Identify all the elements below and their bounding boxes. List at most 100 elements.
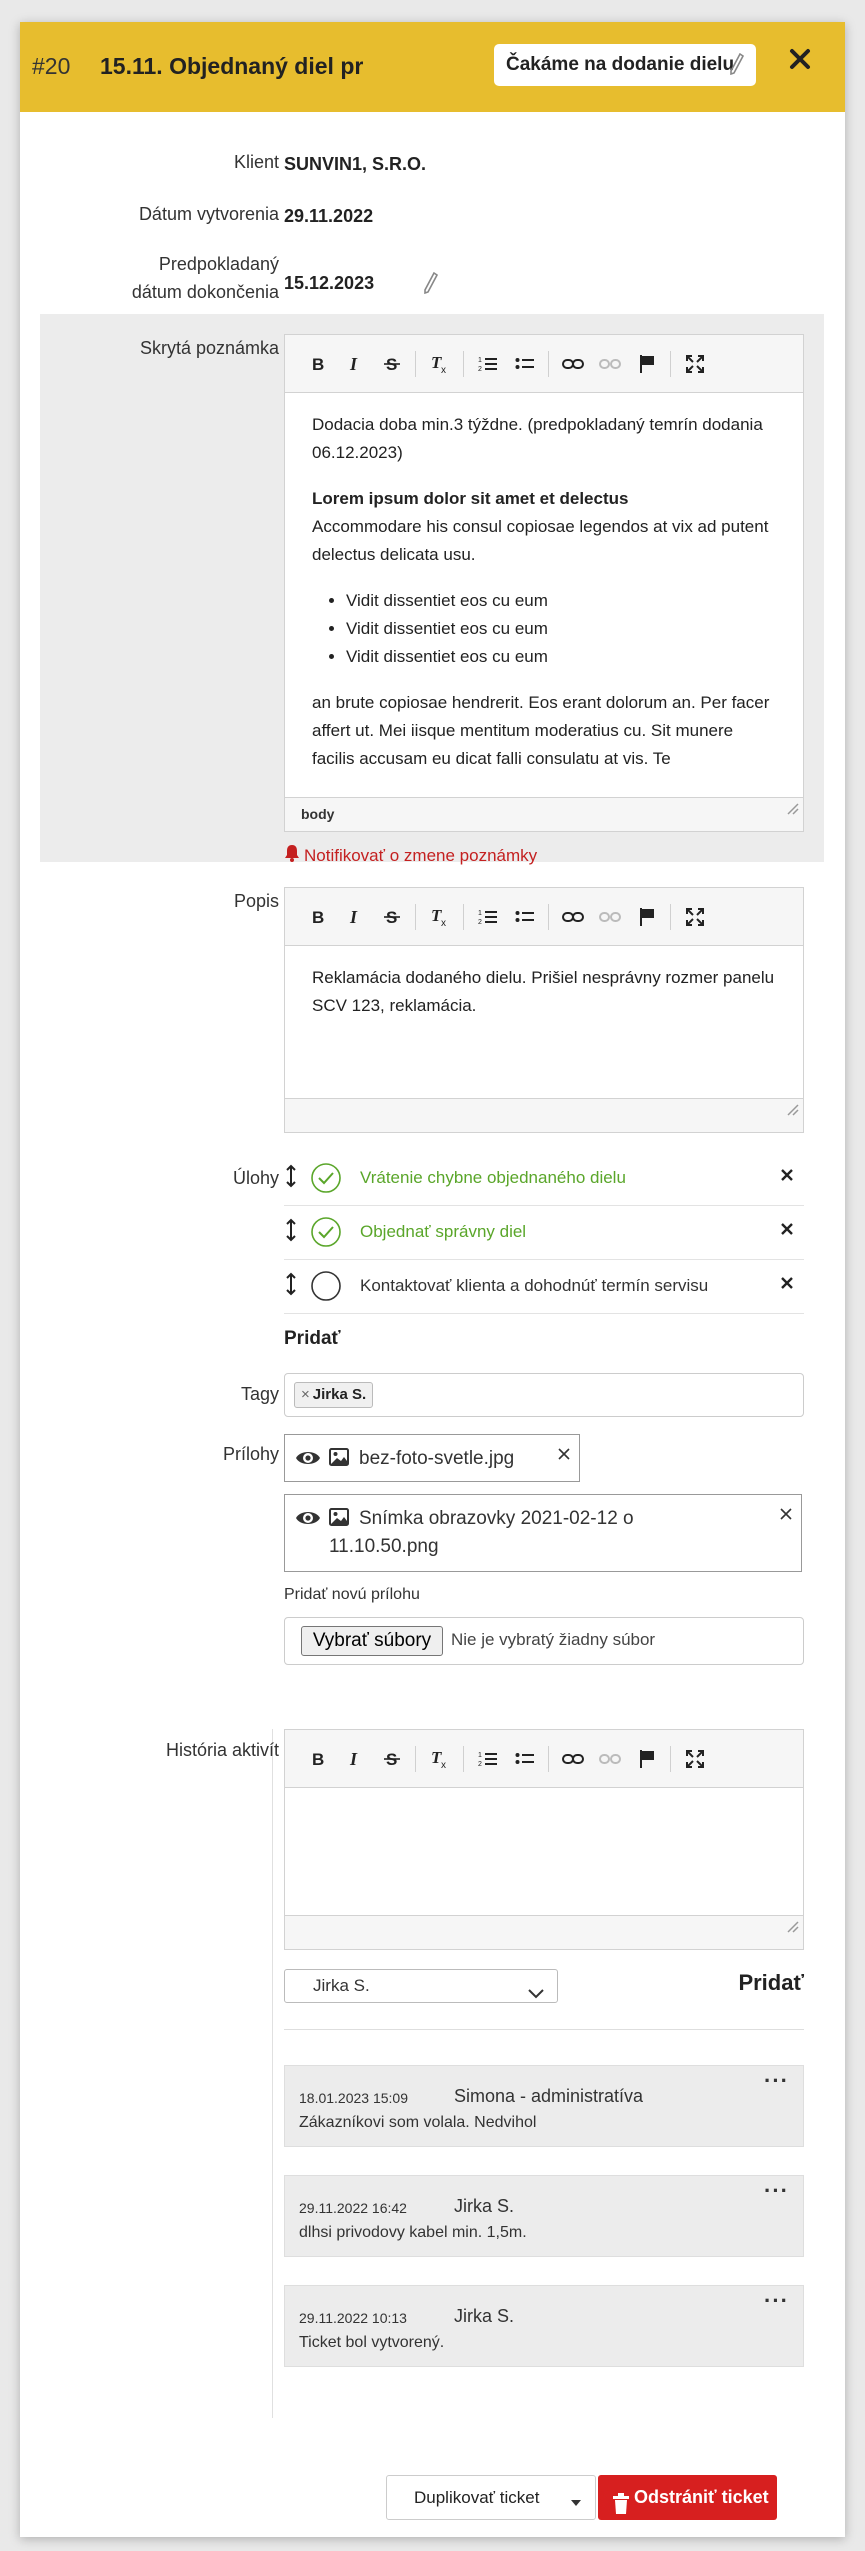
task-checkbox[interactable] — [310, 1216, 342, 1248]
svg-text:1: 1 — [478, 357, 482, 364]
task-checkbox[interactable] — [310, 1162, 342, 1194]
task-item: Objednať správny diel — [284, 1206, 804, 1258]
task-name[interactable]: Vrátenie chybne objednaného dielu — [360, 1168, 626, 1188]
numbered-list-icon[interactable]: 12 — [469, 1744, 506, 1774]
link-icon[interactable] — [554, 1744, 591, 1774]
flag-icon[interactable] — [628, 1744, 665, 1774]
caret-down-icon[interactable] — [570, 2494, 582, 2512]
editor-toolbar: B I S Tx 12 — [285, 888, 803, 946]
bullet-list-icon[interactable] — [506, 902, 543, 932]
clear-format-icon[interactable]: Tx — [421, 1744, 458, 1774]
attachment-name[interactable]: 11.10.50.png — [329, 1533, 439, 1561]
unlink-icon[interactable] — [591, 349, 628, 379]
bold-icon[interactable]: B — [299, 902, 336, 932]
clear-format-icon[interactable]: Tx — [421, 902, 458, 932]
clear-format-icon[interactable]: Tx — [421, 349, 458, 379]
delete-label: Odstrániť ticket — [634, 2487, 769, 2507]
status-label: Čakáme na dodanie dielu — [506, 54, 735, 75]
link-icon[interactable] — [554, 349, 591, 379]
add-task-button[interactable]: Pridať — [284, 1328, 341, 1350]
numbered-list-icon[interactable]: 12 — [469, 349, 506, 379]
task-checkbox[interactable] — [310, 1270, 342, 1302]
ticket-title[interactable]: 15.11. Objednaný diel pr — [100, 53, 363, 80]
new-attachment-label: Pridať novú prílohu — [284, 1586, 420, 1603]
eye-icon[interactable] — [295, 1447, 321, 1474]
strikethrough-icon[interactable]: S — [373, 1744, 410, 1774]
remove-attachment-icon[interactable] — [779, 1507, 793, 1526]
history-user: Simona - administratíva — [454, 2086, 644, 2106]
choose-files-button[interactable]: Vybrať súbory — [301, 1626, 443, 1656]
history-entry: 29.11.2022 10:13 Jirka S. Ticket bol vyt… — [284, 2285, 804, 2367]
description-content[interactable]: Reklamácia dodaného dielu. Prišiel nespr… — [285, 946, 803, 1098]
file-input: Vybrať súbory Nie je vybratý žiadny súbo… — [284, 1617, 804, 1665]
image-icon — [329, 1447, 349, 1472]
italic-icon[interactable]: I — [336, 349, 373, 379]
more-options-icon[interactable]: ··· — [764, 2070, 789, 2092]
more-options-icon[interactable]: ··· — [764, 2180, 789, 2202]
due-label-line1: Predpokladaný — [158, 254, 279, 274]
editor-toolbar: B I S Tx 12 — [285, 335, 803, 393]
strikethrough-icon[interactable]: S — [373, 902, 410, 932]
drag-handle-icon[interactable] — [284, 1218, 306, 1247]
tags-label: Tagy — [240, 1384, 279, 1404]
pencil-icon[interactable] — [730, 52, 745, 81]
due-date-pencil-icon[interactable] — [424, 271, 439, 299]
maximize-icon[interactable] — [676, 1744, 713, 1774]
flag-icon[interactable] — [628, 349, 665, 379]
numbered-list-icon[interactable]: 12 — [469, 902, 506, 932]
hidden-note-content[interactable]: Dodacia doba min.3 týždne. (predpokladan… — [285, 393, 803, 797]
add-history-button[interactable]: Pridať — [738, 1970, 804, 1996]
delete-ticket-button[interactable]: Odstrániť ticket — [598, 2475, 777, 2520]
resize-handle-icon[interactable] — [785, 1095, 799, 1128]
maximize-icon[interactable] — [676, 349, 713, 379]
task-name[interactable]: Objednať správny diel — [360, 1222, 526, 1242]
status-dropdown[interactable]: Čakáme na dodanie dielu — [494, 44, 756, 86]
unlink-icon[interactable] — [591, 902, 628, 932]
link-icon[interactable] — [554, 902, 591, 932]
svg-text:2: 2 — [478, 1761, 482, 1768]
history-text: Zákazníkovi som volala. Nedvihol — [299, 2114, 537, 2131]
italic-icon[interactable]: I — [336, 1744, 373, 1774]
flag-icon[interactable] — [628, 902, 665, 932]
svg-text:1: 1 — [478, 910, 482, 917]
note-paragraph: an brute copiosae hendrerit. Eos erant d… — [312, 693, 770, 768]
remove-tag-icon[interactable]: × — [301, 1386, 310, 1403]
history-content[interactable] — [285, 1788, 803, 1915]
close-icon[interactable] — [784, 43, 816, 75]
delete-task-icon[interactable] — [780, 1168, 794, 1187]
notify-toggle[interactable]: Notifikovať o zmene poznámky — [284, 844, 537, 867]
history-date: 29.11.2022 10:13 — [299, 2310, 407, 2326]
strikethrough-icon[interactable]: S — [373, 349, 410, 379]
resize-handle-icon[interactable] — [785, 794, 799, 827]
more-options-icon[interactable]: ··· — [764, 2290, 789, 2312]
delete-task-icon[interactable] — [780, 1276, 794, 1295]
drag-handle-icon[interactable] — [284, 1164, 306, 1193]
drag-handle-icon[interactable] — [284, 1272, 306, 1301]
history-user-select[interactable]: Jirka S. — [284, 1969, 558, 2003]
delete-task-icon[interactable] — [780, 1222, 794, 1241]
history-entry: 18.01.2023 15:09 Simona - administratíva… — [284, 2065, 804, 2147]
note-bullet: Vidit dissentiet eos cu eum — [346, 587, 776, 615]
remove-attachment-icon[interactable] — [557, 1447, 571, 1466]
attachment-item: bez-foto-svetle.jpg — [284, 1434, 580, 1482]
unlink-icon[interactable] — [591, 1744, 628, 1774]
editor-statusbar: body — [285, 797, 803, 831]
toolbar-separator — [548, 903, 549, 930]
eye-icon[interactable] — [295, 1507, 321, 1534]
bold-icon[interactable]: B — [299, 1744, 336, 1774]
duplicate-ticket-button[interactable]: Duplikovať ticket — [386, 2475, 596, 2520]
attachment-name[interactable]: bez-foto-svetle.jpg — [359, 1445, 514, 1473]
attachment-name[interactable]: Snímka obrazovky 2021-02-12 o — [359, 1505, 634, 1533]
description-text: Reklamácia dodaného dielu. Prišiel nespr… — [312, 968, 775, 1015]
tags-input[interactable]: × Jirka S. — [284, 1373, 804, 1417]
bell-icon — [284, 844, 300, 867]
italic-icon[interactable]: I — [336, 902, 373, 932]
bullet-list-icon[interactable] — [506, 349, 543, 379]
bullet-list-icon[interactable] — [506, 1744, 543, 1774]
resize-handle-icon[interactable] — [785, 1912, 799, 1945]
maximize-icon[interactable] — [676, 902, 713, 932]
modal-header: #20 15.11. Objednaný diel pr Čakáme na d… — [20, 22, 845, 112]
no-file-text: Nie je vybratý žiadny súbor — [451, 1630, 656, 1649]
task-name[interactable]: Kontaktovať klienta a dohodnúť termín se… — [360, 1276, 708, 1296]
bold-icon[interactable]: B — [299, 349, 336, 379]
